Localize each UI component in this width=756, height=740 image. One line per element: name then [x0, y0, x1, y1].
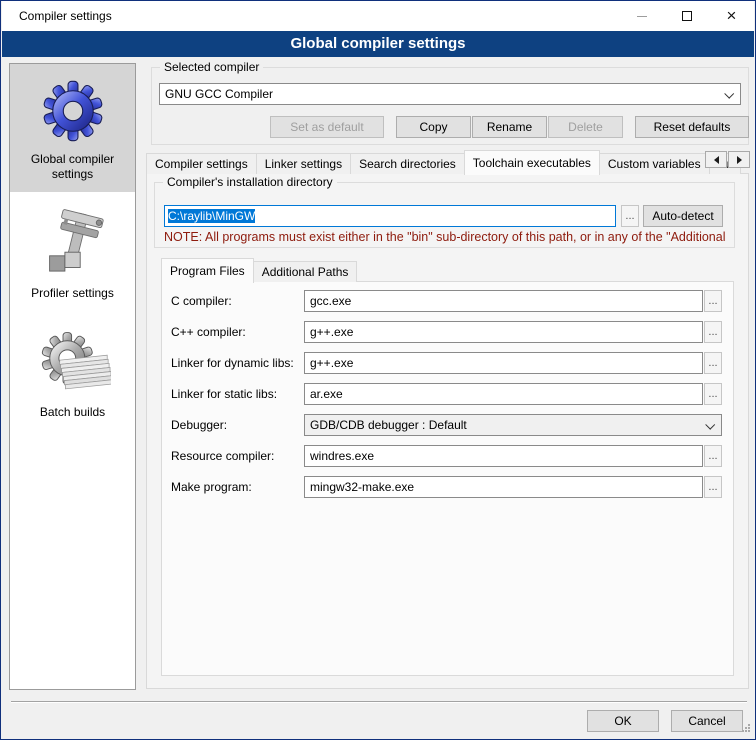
- sidebar-item-label: Profiler settings: [12, 284, 133, 301]
- resize-grip[interactable]: [741, 722, 751, 736]
- selected-compiler-dropdown[interactable]: GNU GCC Compiler: [159, 83, 741, 105]
- sidebar-item-global-compiler-settings[interactable]: Global compiler settings: [10, 64, 135, 192]
- auto-detect-button[interactable]: Auto-detect: [643, 205, 723, 227]
- arrow-right-icon: [737, 156, 742, 164]
- bin-subdirectory-note: NOTE: All programs must exist either in …: [164, 230, 732, 244]
- tab-scroll-left-button[interactable]: [705, 151, 727, 168]
- group-title: Selected compiler: [160, 60, 263, 75]
- cpp-compiler-browse-button[interactable]: ...: [704, 321, 722, 343]
- close-icon: ×: [727, 11, 737, 21]
- sidebar-item-label: Global compiler settings: [12, 150, 133, 182]
- maximize-icon: [682, 11, 692, 21]
- linker-dynamic-label: Linker for dynamic libs:: [171, 352, 301, 374]
- sidebar-item-label: Batch builds: [12, 403, 133, 420]
- tab-custom-variables[interactable]: Custom variables: [599, 153, 710, 174]
- chevron-down-icon: [705, 420, 715, 430]
- tab-linker-settings[interactable]: Linker settings: [256, 153, 351, 174]
- delete-button[interactable]: Delete: [548, 116, 623, 138]
- footer-separator: [11, 701, 747, 703]
- maximize-button[interactable]: [664, 1, 709, 31]
- tab-toolchain-executables[interactable]: Toolchain executables: [464, 150, 600, 175]
- debugger-dropdown[interactable]: GDB/CDB debugger : Default: [304, 414, 722, 436]
- subtab-additional-paths[interactable]: Additional Paths: [253, 261, 358, 282]
- make-program-label: Make program:: [171, 476, 301, 498]
- resource-compiler-label: Resource compiler:: [171, 445, 301, 467]
- sidebar-item-profiler-settings[interactable]: Profiler settings: [10, 198, 135, 311]
- install-dir-value: C:\raylib\MinGW: [168, 209, 255, 223]
- c-compiler-input[interactable]: [304, 290, 703, 312]
- rename-button[interactable]: Rename: [472, 116, 547, 138]
- linker-static-browse-button[interactable]: ...: [704, 383, 722, 405]
- minimize-icon: [637, 16, 647, 17]
- dialog-header: Global compiler settings: [2, 31, 754, 57]
- cpp-compiler-input[interactable]: [304, 321, 703, 343]
- window-title: Compiler settings: [19, 1, 112, 31]
- resize-grip-icon: [741, 723, 751, 733]
- tab-compiler-settings[interactable]: Compiler settings: [146, 153, 257, 174]
- reset-defaults-button[interactable]: Reset defaults: [635, 116, 749, 138]
- make-program-input[interactable]: [304, 476, 703, 498]
- arrow-left-icon: [714, 156, 719, 164]
- compiler-settings-dialog: Compiler settings × Global compiler sett…: [0, 0, 756, 740]
- close-button[interactable]: ×: [709, 1, 754, 31]
- install-dir-browse-button[interactable]: ...: [621, 205, 639, 227]
- linker-static-label: Linker for static libs:: [171, 383, 301, 405]
- tab-scroll-right-button[interactable]: [728, 151, 750, 168]
- linker-dynamic-input[interactable]: [304, 352, 703, 374]
- sidebar-item-batch-builds[interactable]: Batch builds: [10, 317, 135, 430]
- resource-compiler-input[interactable]: [304, 445, 703, 467]
- linker-static-input[interactable]: [304, 383, 703, 405]
- gear-stack-icon: [12, 325, 133, 403]
- cpp-compiler-label: C++ compiler:: [171, 321, 301, 343]
- install-dir-input[interactable]: C:\raylib\MinGW: [164, 205, 616, 227]
- page-title: Global compiler settings: [2, 31, 754, 57]
- make-program-browse-button[interactable]: ...: [704, 476, 722, 498]
- copy-button[interactable]: Copy: [396, 116, 471, 138]
- chevron-down-icon: [724, 89, 734, 99]
- subtab-program-files[interactable]: Program Files: [161, 258, 254, 283]
- group-title: Compiler's installation directory: [163, 175, 337, 190]
- debugger-value: GDB/CDB debugger : Default: [310, 418, 467, 432]
- caliper-icon: [12, 206, 133, 284]
- c-compiler-browse-button[interactable]: ...: [704, 290, 722, 312]
- ok-button[interactable]: OK: [587, 710, 659, 732]
- titlebar[interactable]: Compiler settings ×: [2, 1, 754, 31]
- settings-category-list: Global compiler settings Profiler settin…: [9, 63, 136, 690]
- resource-compiler-browse-button[interactable]: ...: [704, 445, 722, 467]
- c-compiler-label: C compiler:: [171, 290, 301, 312]
- selected-compiler-value: GNU GCC Compiler: [165, 87, 273, 101]
- set-as-default-button[interactable]: Set as default: [270, 116, 384, 138]
- cancel-button[interactable]: Cancel: [671, 710, 743, 732]
- linker-dynamic-browse-button[interactable]: ...: [704, 352, 722, 374]
- minimize-button[interactable]: [619, 1, 664, 31]
- debugger-label: Debugger:: [171, 414, 301, 436]
- blue-gear-icon: [12, 72, 133, 150]
- tab-search-directories[interactable]: Search directories: [350, 153, 465, 174]
